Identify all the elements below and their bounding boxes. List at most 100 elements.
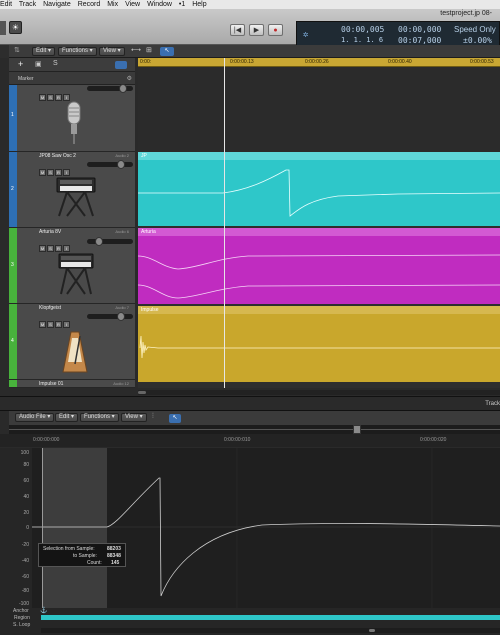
ruler-tick: 0:00:00.13 [230,59,254,65]
sample-editor-waveform[interactable] [32,448,500,608]
editor-horizontal-scrollbar[interactable] [41,628,500,633]
solo-button[interactable]: S [47,169,54,176]
volume-slider[interactable] [87,84,133,93]
mute-button[interactable]: M [39,94,46,101]
editor-playhead[interactable] [42,448,43,608]
track-3[interactable]: 3 Arturia 8V Audio 6 MSRI [9,228,135,304]
menu-help[interactable]: Help [192,1,206,8]
menu-mix[interactable]: Mix [107,1,118,8]
menu-navigate[interactable]: Navigate [43,1,71,8]
menu-view[interactable]: View [125,1,140,8]
editor-cursor-tool-icon[interactable]: ↖ [169,414,181,423]
solo-button[interactable]: S [47,245,54,252]
anchor-label: Anchor [13,608,29,614]
play-region-icon[interactable]: ⫶ [152,413,154,421]
overview-handle[interactable] [353,425,361,434]
audio-file-menu-label: Audio File [19,414,46,420]
lcd-display[interactable]: ✲ 00:00,005 1. 1. 1. 6 00:00,000 00:07,0… [296,21,500,48]
region-label: Region [14,615,30,621]
input-monitor-button[interactable]: I [63,321,70,328]
input-monitor-button[interactable]: I [63,245,70,252]
cursor-tool-icon[interactable]: ↖ [160,47,174,56]
track-name[interactable]: Arturia 8V [39,229,61,235]
volume-knob[interactable] [117,312,125,321]
timeline-ruler[interactable]: 0:00: 0:00:00.13 0:00:00.26 0:00:00.40 0… [138,58,500,67]
zoom-icon[interactable]: ⊞ [146,46,152,54]
track-1[interactable]: 1 MSRI [9,84,135,152]
anchor-marker-icon[interactable]: ⚓ [40,607,47,614]
menu-edit[interactable]: Edit [0,1,12,8]
menu-track[interactable]: Track [19,1,36,8]
track-2[interactable]: 2 JP08 Saw Osc 2 Audio 2 MSRI [9,152,135,228]
rewind-button[interactable]: |◀ [230,24,245,36]
horizontal-scrollbar[interactable] [138,390,500,395]
lightbulb-icon[interactable]: ☀ [9,21,22,34]
record-icon: ● [273,27,278,34]
mute-button[interactable]: M [39,245,46,252]
region-jp[interactable]: JP [138,152,500,226]
region-bar[interactable] [41,615,500,620]
editor-functions-menu-label: Functions [84,414,111,420]
record-button[interactable]: ● [268,24,283,36]
volume-slider[interactable] [87,312,133,321]
ruler-tick: 0:00:00.53 [470,59,494,65]
record-enable-button[interactable]: R [55,245,62,252]
waveform-overview[interactable] [9,425,500,434]
track-name[interactable]: Impulse 01 [39,381,63,387]
add-track-icon[interactable]: + [18,59,23,69]
menu-screenset[interactable]: •1 [179,1,185,8]
edit-menu-label: Edit [36,48,47,54]
track-output: Audio 7 [115,305,129,310]
track-4[interactable]: 4 Klopfgeist Audio 7 MSRI [9,304,135,380]
region-arturia[interactable]: Arturia [138,228,500,304]
volume-knob[interactable] [117,160,125,169]
catch-playhead-icon[interactable] [115,61,127,69]
gear-icon[interactable]: ✲ [303,30,308,40]
selection-from-value: 88203 [107,546,121,552]
record-enable-button[interactable]: R [55,321,62,328]
inspector-toggle-button[interactable] [0,21,6,35]
track-5[interactable]: Impulse 01 Audio 12 [9,380,135,388]
selection-to-label: to Sample: [73,553,97,559]
editor-ruler[interactable]: 0:00:00:000 0:00:00:010 0:00:00:020 [0,434,500,447]
selection-count-value: 145 [111,560,120,566]
play-button[interactable]: ▶ [249,24,264,36]
solo-button[interactable]: S [47,94,54,101]
track-name[interactable]: Klopfgeist [39,305,61,311]
axis-tick: -40 [21,558,29,564]
arrange-area[interactable]: JP Arturia Impulse [138,58,500,395]
track-number: 2 [11,186,14,192]
volume-knob[interactable] [119,84,127,93]
solo-global-icon[interactable]: S [53,60,58,67]
region-impulse[interactable]: Impulse [138,306,500,382]
track-number: 1 [11,112,14,118]
editor-divider[interactable]: Track [0,396,500,411]
mute-button[interactable]: M [39,169,46,176]
edit-menu-button[interactable]: Edit ▾ [32,47,56,56]
zoom-fit-icon[interactable]: ⟷ [131,46,141,54]
solo-button[interactable]: S [47,321,54,328]
track-name[interactable]: JP08 Saw Osc 2 [39,153,76,159]
editor-view-menu-button[interactable]: View ▾ [121,413,147,422]
marker-settings-icon[interactable]: ⚙ [127,75,132,82]
folder-icon[interactable]: ▣ [35,60,42,68]
volume-knob[interactable] [95,237,103,246]
menu-record[interactable]: Record [78,1,101,8]
audio-file-menu-button[interactable]: Audio File ▾ [15,413,55,422]
axis-tick: 80 [23,462,29,468]
volume-slider[interactable] [87,160,133,169]
ruler-tick: 0:00:00.26 [305,59,329,65]
filter-icon[interactable]: ⇅ [14,46,20,54]
view-menu-button[interactable]: View ▾ [99,47,125,56]
playhead[interactable] [224,58,225,388]
editor-tab-track[interactable]: Track [485,401,500,407]
editor-functions-menu-button[interactable]: Functions ▾ [80,413,119,422]
editor-edit-menu-button[interactable]: Edit ▾ [55,413,79,422]
functions-menu-button[interactable]: Functions ▾ [58,47,97,56]
overview-line [9,429,500,430]
menu-window[interactable]: Window [147,1,172,8]
volume-slider[interactable] [87,237,133,246]
mute-button[interactable]: M [39,321,46,328]
selection-info-tooltip: Selection from Sample: 88203 to Sample: … [38,543,126,567]
marker-track[interactable]: Marker ⚙ [9,74,135,85]
